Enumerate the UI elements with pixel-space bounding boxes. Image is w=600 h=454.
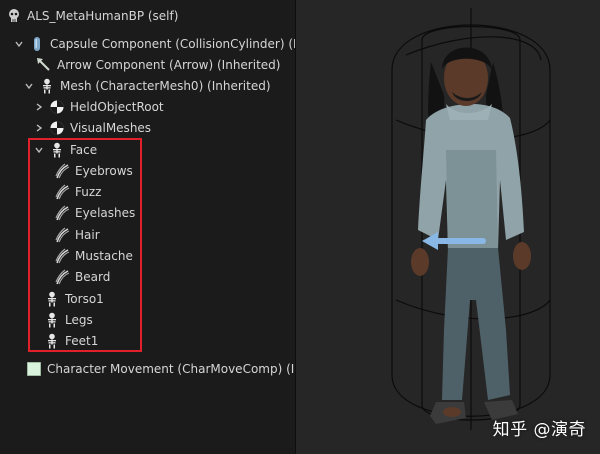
tree-item-eyelashes[interactable]: Eyelashes: [54, 203, 135, 223]
viewport[interactable]: 知乎 @演奇: [296, 0, 600, 454]
tree-item-root[interactable]: ALS_MetaHumanBP (self): [6, 6, 178, 26]
tree-item-label: Eyebrows: [75, 164, 133, 178]
tree-item-hair[interactable]: Hair: [54, 225, 100, 245]
tree-item-label: VisualMeshes: [70, 121, 152, 135]
chevron-right-icon[interactable]: [34, 102, 44, 112]
arrow-icon: [36, 57, 52, 73]
tree-item-character-movement[interactable]: Character Movement (CharMoveComp) (Inher…: [26, 359, 295, 379]
skeleton-icon: [44, 291, 60, 307]
tree-item-mesh[interactable]: Mesh (CharacterMesh0) (Inherited): [24, 76, 271, 96]
skeleton-icon: [44, 333, 60, 349]
tree-item-label: Face: [70, 143, 98, 157]
tree-item-feet[interactable]: Feet1: [44, 331, 98, 351]
capsule-icon: [29, 36, 45, 52]
skeleton-icon: [44, 312, 60, 328]
groom-hair-icon: [54, 184, 70, 200]
tree-item-face[interactable]: Face: [34, 140, 97, 160]
tree-item-label: HeldObjectRoot: [70, 100, 164, 114]
groom-hair-icon: [54, 227, 70, 243]
tree-item-label: Feet1: [65, 334, 99, 348]
tree-item-label: Capsule Component (CollisionCylinder) (I…: [50, 37, 295, 51]
skeleton-head-icon: [6, 8, 22, 24]
tree-item-label: Character Movement (CharMoveComp) (Inher…: [47, 362, 295, 376]
tree-item-label: Mustache: [75, 249, 133, 263]
tree-item-legs[interactable]: Legs: [44, 310, 93, 330]
tree-item-capsule[interactable]: Capsule Component (CollisionCylinder) (I…: [14, 34, 295, 54]
scene-component-icon: [49, 120, 65, 136]
tree-item-visual-meshes[interactable]: VisualMeshes: [34, 118, 151, 138]
tree-item-eyebrows[interactable]: Eyebrows: [54, 161, 133, 181]
chevron-down-icon[interactable]: [34, 145, 44, 155]
tree-item-held-object-root[interactable]: HeldObjectRoot: [34, 97, 164, 117]
tree-item-label: Hair: [75, 228, 100, 242]
components-panel: ALS_MetaHumanBP (self) Capsule Component…: [0, 0, 296, 454]
skeleton-icon: [49, 142, 65, 158]
groom-hair-icon: [54, 205, 70, 221]
tree-item-label: Legs: [65, 313, 93, 327]
tree-item-label: Arrow Component (Arrow) (Inherited): [57, 58, 281, 72]
scene-component-icon: [49, 99, 65, 115]
tree-item-arrow[interactable]: Arrow Component (Arrow) (Inherited): [36, 55, 280, 75]
tree-item-label: Eyelashes: [75, 206, 136, 220]
skeleton-icon: [39, 78, 55, 94]
character-preview: [391, 8, 551, 430]
chevron-down-icon[interactable]: [14, 39, 24, 49]
tree-item-label: Torso1: [65, 292, 104, 306]
groom-hair-icon: [54, 163, 70, 179]
movement-component-icon: [26, 361, 42, 377]
tree-item-mustache[interactable]: Mustache: [54, 246, 133, 266]
chevron-right-icon[interactable]: [34, 123, 44, 133]
tree-item-beard[interactable]: Beard: [54, 267, 110, 287]
tree-item-label: Mesh (CharacterMesh0) (Inherited): [60, 79, 271, 93]
tree-item-label: Beard: [75, 270, 111, 284]
tree-item-fuzz[interactable]: Fuzz: [54, 182, 101, 202]
tree-item-label: ALS_MetaHumanBP (self): [27, 9, 179, 23]
groom-hair-icon: [54, 248, 70, 264]
tree-item-label: Fuzz: [75, 185, 102, 199]
groom-hair-icon: [54, 269, 70, 285]
editor-window: ALS_MetaHumanBP (self) Capsule Component…: [0, 0, 600, 454]
watermark: 知乎 @演奇: [492, 420, 586, 440]
tree-item-torso[interactable]: Torso1: [44, 289, 104, 309]
chevron-down-icon[interactable]: [24, 81, 34, 91]
